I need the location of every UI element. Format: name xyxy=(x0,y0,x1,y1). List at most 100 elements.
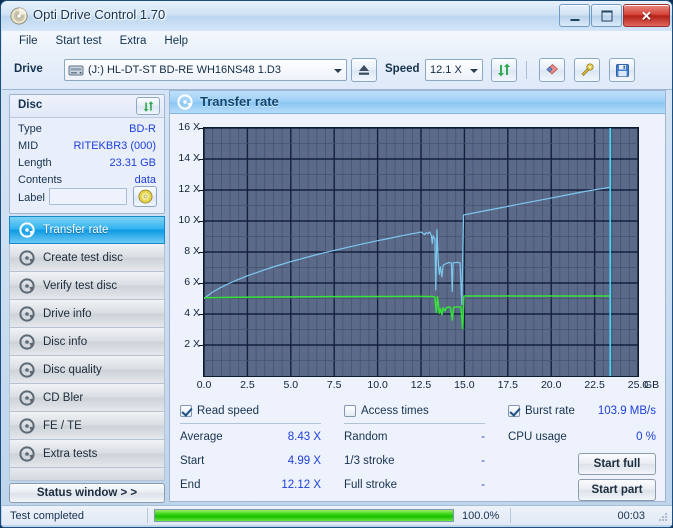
toolbar-separator xyxy=(526,61,527,79)
status-window-button[interactable]: Status window > > xyxy=(9,483,165,503)
sidebar-item-extra-tests[interactable]: Extra tests xyxy=(9,440,165,468)
maximize-button[interactable] xyxy=(591,4,622,27)
start-full-button[interactable]: Start full xyxy=(578,453,656,475)
eraser-icon xyxy=(544,62,560,78)
content-panel: Transfer rate Read speed RPM 2 X4 X6 X8 … xyxy=(169,90,666,502)
app-window: Opti Drive Control 1.70 ✕ File Start tes… xyxy=(0,0,673,528)
sidebar-item-label: Drive info xyxy=(43,308,92,320)
status-separator xyxy=(510,508,511,523)
content-header: Transfer rate xyxy=(170,91,665,114)
sidebar-item-fe-te[interactable]: FE / TE xyxy=(9,412,165,440)
tools-icon xyxy=(579,62,595,78)
access-times-checkbox[interactable] xyxy=(344,405,356,417)
tools-button[interactable] xyxy=(574,58,600,82)
speed-select[interactable]: 12.1 X xyxy=(425,59,483,81)
disc-row-mid: MID RITEKBR3 (000) xyxy=(18,140,158,155)
eject-button[interactable] xyxy=(351,58,377,82)
stat-key: Random xyxy=(344,431,387,443)
stat-key: Average xyxy=(180,431,223,443)
close-button[interactable]: ✕ xyxy=(623,4,670,27)
drive-label: Drive xyxy=(14,63,43,75)
menu-item-help[interactable]: Help xyxy=(155,33,197,49)
refresh-button[interactable] xyxy=(491,58,517,82)
chevron-down-icon xyxy=(466,64,482,76)
disc-key: Length xyxy=(18,157,52,169)
read-speed-checkbox[interactable] xyxy=(180,405,192,417)
disc-icon xyxy=(19,278,35,294)
disc-key: Contents xyxy=(18,174,62,186)
disc-row-type: Type BD-R xyxy=(18,123,158,138)
x-axis-tick-label: 2.5 xyxy=(227,379,267,391)
y-axis-tick-label: 16 X xyxy=(170,121,200,133)
elapsed-time: 00:03 xyxy=(617,510,645,522)
stat-key: End xyxy=(180,479,200,491)
menu-item-extra[interactable]: Extra xyxy=(111,33,156,49)
disc-panel-title: Disc xyxy=(18,99,42,111)
chart-x-unit: GB xyxy=(644,379,659,391)
label-input[interactable] xyxy=(49,188,127,205)
y-axis-tick-label: 2 X xyxy=(170,338,200,350)
access-times-checkbox-row[interactable]: Access times xyxy=(344,405,429,417)
sidebar-item-disc-quality[interactable]: Disc quality xyxy=(9,356,165,384)
x-axis-tick-label: 22.5 xyxy=(575,379,615,391)
save-button[interactable] xyxy=(609,58,635,82)
sidebar-nav: Transfer rate Create test disc Verify te… xyxy=(9,216,165,468)
disc-icon xyxy=(19,250,35,266)
resize-grip-icon[interactable] xyxy=(657,511,669,523)
menu-item-start-test[interactable]: Start test xyxy=(47,33,111,49)
stat-value: - xyxy=(481,479,485,491)
page-title: Transfer rate xyxy=(200,94,279,109)
disc-yellow-icon xyxy=(138,189,153,204)
status-bar: Test completed 100.0% 00:03 xyxy=(2,505,673,525)
disc-icon xyxy=(19,362,35,378)
window-controls: ✕ xyxy=(559,4,670,26)
disc-value: RITEKBR3 (000) xyxy=(73,140,156,152)
erase-button[interactable] xyxy=(539,58,565,82)
stat-value: 12.12 X xyxy=(281,479,321,491)
stat-value: 8.43 X xyxy=(288,431,321,443)
disc-row-length: Length 23.31 GB xyxy=(18,157,158,172)
menu-item-file[interactable]: File xyxy=(10,33,47,49)
menu-bar: File Start test Extra Help xyxy=(2,31,673,51)
sidebar-item-label: Extra tests xyxy=(43,448,97,460)
x-axis-tick-label: 17.5 xyxy=(488,379,528,391)
x-axis-tick-label: 5.0 xyxy=(271,379,311,391)
stat-value: - xyxy=(481,455,485,467)
burst-rate-checkbox-row[interactable]: Burst rate xyxy=(508,405,575,417)
sidebar-item-drive-info[interactable]: Drive info xyxy=(9,300,165,328)
y-axis-tick-label: 12 X xyxy=(170,183,200,195)
x-axis-tick-label: 0.0 xyxy=(184,379,224,391)
read-speed-label: Read speed xyxy=(197,405,259,417)
burst-rate-checkbox[interactable] xyxy=(508,405,520,417)
sidebar-item-verify-test-disc[interactable]: Verify test disc xyxy=(9,272,165,300)
sidebar-item-label: CD Bler xyxy=(43,392,83,404)
speed-value: 12.1 X xyxy=(426,64,466,76)
minimize-button[interactable] xyxy=(559,4,590,27)
stat-key: Full stroke xyxy=(344,479,397,491)
read-speed-checkbox-row[interactable]: Read speed xyxy=(180,405,259,417)
disc-value: 23.31 GB xyxy=(110,157,156,169)
sidebar-item-label: Disc quality xyxy=(43,364,102,376)
divider-access-times xyxy=(344,423,485,424)
disc-icon xyxy=(19,306,35,322)
stat-value: - xyxy=(481,431,485,443)
minimize-icon xyxy=(570,19,579,21)
disc-refresh-button[interactable] xyxy=(136,97,160,115)
disc-icon xyxy=(177,94,193,110)
start-part-button[interactable]: Start part xyxy=(578,479,656,501)
sidebar-item-disc-info[interactable]: Disc info xyxy=(9,328,165,356)
sidebar-item-create-test-disc[interactable]: Create test disc xyxy=(9,244,165,272)
x-axis-tick-label: 10.0 xyxy=(358,379,398,391)
stat-value: 4.99 X xyxy=(288,455,321,467)
burst-rate-value: 103.9 MB/s xyxy=(598,405,656,417)
sidebar-item-cd-bler[interactable]: CD Bler xyxy=(9,384,165,412)
disc-icon xyxy=(19,222,35,238)
stat-value: 0 % xyxy=(636,431,656,443)
progress-percent: 100.0% xyxy=(462,510,499,522)
chart-canvas xyxy=(204,128,638,376)
sidebar-item-label: Transfer rate xyxy=(43,224,108,236)
disc-icon xyxy=(19,446,35,462)
drive-select[interactable]: (J:) HL-DT-ST BD-RE WH16NS48 1.D3 xyxy=(64,59,347,81)
sidebar-item-transfer-rate[interactable]: Transfer rate xyxy=(9,216,165,244)
label-disc-button[interactable] xyxy=(133,186,157,207)
